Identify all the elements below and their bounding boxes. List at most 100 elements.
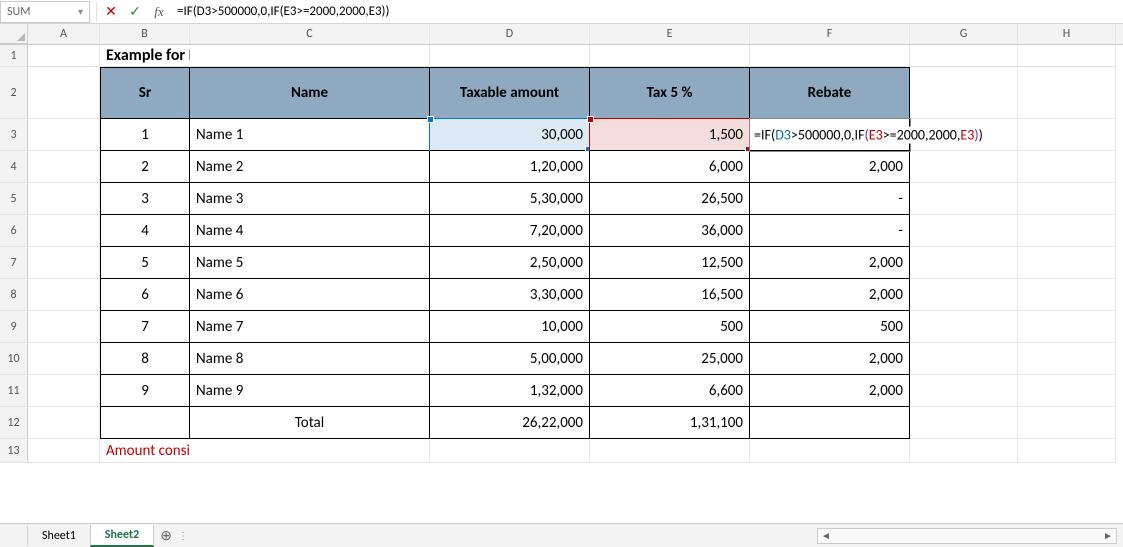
- cell[interactable]: [910, 375, 1018, 407]
- cell[interactable]: [28, 67, 100, 119]
- cell-tax[interactable]: 16,500: [590, 279, 750, 311]
- cell-name[interactable]: Name 1: [190, 119, 430, 151]
- cell[interactable]: [1018, 407, 1116, 439]
- cell-taxable[interactable]: 10,000: [430, 311, 590, 343]
- cell[interactable]: [910, 343, 1018, 375]
- cell[interactable]: [910, 151, 1018, 183]
- cell-sr[interactable]: 8: [100, 343, 190, 375]
- cell[interactable]: [190, 45, 430, 67]
- cell-name[interactable]: Name 6: [190, 279, 430, 311]
- cell-title[interactable]: Example for Limit Calculation: [100, 45, 190, 67]
- tab-sheet2[interactable]: Sheet2: [90, 525, 154, 547]
- cell[interactable]: [1018, 183, 1116, 215]
- row-header[interactable]: 4: [0, 151, 28, 183]
- cell[interactable]: [750, 439, 910, 463]
- cell[interactable]: [1018, 119, 1116, 151]
- col-header[interactable]: F: [750, 24, 910, 44]
- cell-name[interactable]: Name 2: [190, 151, 430, 183]
- cell[interactable]: [910, 439, 1018, 463]
- cell-tax[interactable]: 6,600: [590, 375, 750, 407]
- row-header[interactable]: 2: [0, 67, 28, 119]
- cell-note[interactable]: Amount considered whichever is lesser: [100, 439, 190, 463]
- header-tax[interactable]: Tax 5 %: [590, 67, 750, 119]
- cell[interactable]: [910, 311, 1018, 343]
- tab-sheet1[interactable]: Sheet1: [27, 526, 91, 546]
- cell-taxable[interactable]: 2,50,000: [430, 247, 590, 279]
- col-header[interactable]: E: [590, 24, 750, 44]
- cell-rebate[interactable]: 2,000: [750, 343, 910, 375]
- cell[interactable]: [910, 183, 1018, 215]
- cell-name[interactable]: Name 5: [190, 247, 430, 279]
- scroll-split-icon[interactable]: ⋮: [178, 529, 184, 542]
- cell[interactable]: [750, 407, 910, 439]
- cell[interactable]: [910, 67, 1018, 119]
- cell-name[interactable]: Name 9: [190, 375, 430, 407]
- enter-icon[interactable]: ✓: [125, 2, 145, 22]
- cell-tax[interactable]: 36,000: [590, 215, 750, 247]
- cell-taxable[interactable]: 30,000: [430, 119, 590, 151]
- cell[interactable]: [910, 45, 1018, 67]
- cell[interactable]: [28, 343, 100, 375]
- name-box[interactable]: SUM ▾: [0, 1, 90, 23]
- row-header[interactable]: 3: [0, 119, 28, 151]
- cell[interactable]: [1018, 439, 1116, 463]
- horizontal-scrollbar[interactable]: ◄ ►: [817, 528, 1117, 544]
- cell[interactable]: [1018, 215, 1116, 247]
- cell[interactable]: [28, 45, 100, 67]
- formula-input[interactable]: [171, 1, 1123, 23]
- cell-taxable[interactable]: 5,00,000: [430, 343, 590, 375]
- cell[interactable]: [28, 375, 100, 407]
- cell-taxable[interactable]: 1,20,000: [430, 151, 590, 183]
- cell-sr[interactable]: 4: [100, 215, 190, 247]
- header-rebate[interactable]: Rebate: [750, 67, 910, 119]
- cell[interactable]: [1018, 151, 1116, 183]
- cell-rebate[interactable]: 2,000: [750, 375, 910, 407]
- cell-rebate[interactable]: 2,000: [750, 151, 910, 183]
- col-header[interactable]: A: [28, 24, 100, 44]
- row-header[interactable]: 10: [0, 343, 28, 375]
- cell[interactable]: [100, 407, 190, 439]
- cell[interactable]: [430, 45, 590, 67]
- cell-rebate[interactable]: 2,000: [750, 279, 910, 311]
- row-header[interactable]: 6: [0, 215, 28, 247]
- col-header[interactable]: C: [190, 24, 430, 44]
- cell-total-tax[interactable]: 1,31,100: [590, 407, 750, 439]
- cell[interactable]: [1018, 247, 1116, 279]
- cell-taxable[interactable]: 7,20,000: [430, 215, 590, 247]
- cell-sr[interactable]: 2: [100, 151, 190, 183]
- cell[interactable]: [28, 119, 100, 151]
- chevron-down-icon[interactable]: ▾: [78, 5, 83, 18]
- cell[interactable]: [1018, 279, 1116, 311]
- cell-tax[interactable]: 26,500: [590, 183, 750, 215]
- cell-name[interactable]: Name 7: [190, 311, 430, 343]
- cell[interactable]: [28, 151, 100, 183]
- row-header[interactable]: 11: [0, 375, 28, 407]
- row-header[interactable]: 13: [0, 439, 28, 463]
- cell[interactable]: [28, 311, 100, 343]
- header-name[interactable]: Name: [190, 67, 430, 119]
- col-header[interactable]: B: [100, 24, 190, 44]
- cell[interactable]: [1018, 343, 1116, 375]
- row-header[interactable]: 7: [0, 247, 28, 279]
- cell-total-label[interactable]: Total: [190, 407, 430, 439]
- cell[interactable]: [28, 279, 100, 311]
- row-header[interactable]: 8: [0, 279, 28, 311]
- cell[interactable]: [1018, 311, 1116, 343]
- row-header[interactable]: 9: [0, 311, 28, 343]
- cell-sr[interactable]: 7: [100, 311, 190, 343]
- select-all-corner[interactable]: [0, 24, 28, 44]
- header-taxable[interactable]: Taxable amount: [430, 67, 590, 119]
- col-header[interactable]: D: [430, 24, 590, 44]
- cell-sr[interactable]: 5: [100, 247, 190, 279]
- header-sr[interactable]: Sr: [100, 67, 190, 119]
- cell-rebate-editing[interactable]: =IF(D3>500000,0,IF(E3>=2000,2000,E3)): [750, 119, 910, 151]
- cell[interactable]: [590, 45, 750, 67]
- cell[interactable]: [28, 247, 100, 279]
- cell-rebate[interactable]: -: [750, 215, 910, 247]
- scroll-left-icon[interactable]: ◄: [818, 529, 834, 542]
- cell[interactable]: [1018, 45, 1116, 67]
- cell-tax[interactable]: 500: [590, 311, 750, 343]
- cell-sr[interactable]: 1: [100, 119, 190, 151]
- row-header[interactable]: 1: [0, 45, 28, 67]
- cell[interactable]: [1018, 375, 1116, 407]
